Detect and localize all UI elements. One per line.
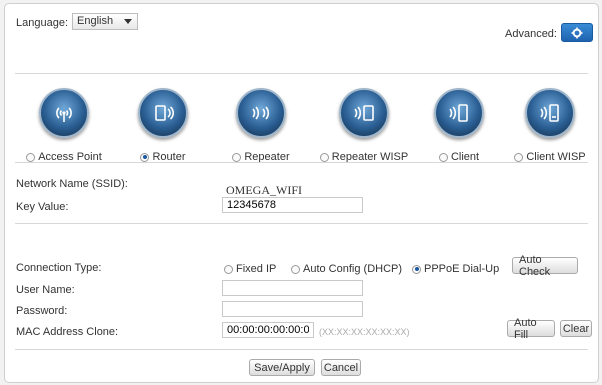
advanced-label: Advanced: xyxy=(505,28,557,40)
auto-fill-button[interactable]: Auto Fill xyxy=(507,317,555,341)
username-label: User Name: xyxy=(16,284,75,296)
clear-button[interactable]: Clear xyxy=(560,320,592,337)
mac-format-hint: (XX:XX:XX:XX:XX:XX) xyxy=(319,327,410,337)
mode-repeater-wisp[interactable]: Repeater WISP xyxy=(319,88,409,163)
pppoe-option[interactable]: PPPoE Dial-Up xyxy=(412,263,499,275)
mode-radio[interactable] xyxy=(232,152,242,162)
language-label: Language: xyxy=(16,17,68,29)
mac-address-input[interactable] xyxy=(222,322,314,338)
ssid-value[interactable]: OMEGA_WIFI xyxy=(226,183,302,198)
repeater-icon xyxy=(236,88,286,138)
language-value: English xyxy=(77,15,114,27)
save-apply-button[interactable]: Save/Apply xyxy=(249,359,315,376)
dhcp-option[interactable]: Auto Config (DHCP) xyxy=(291,263,402,275)
mode-repeater[interactable]: Repeater xyxy=(216,88,306,163)
repeater-wisp-icon xyxy=(339,88,389,138)
access-point-icon xyxy=(39,88,89,138)
mode-radio[interactable] xyxy=(319,152,329,162)
mode-router[interactable]: Router xyxy=(118,88,208,163)
divider xyxy=(15,162,588,163)
cancel-button[interactable]: Cancel xyxy=(321,359,361,376)
client-wisp-icon xyxy=(525,88,575,138)
connection-label: Fixed IP xyxy=(236,263,277,275)
divider xyxy=(15,73,588,74)
mode-radio[interactable] xyxy=(514,152,524,162)
advanced-settings-button[interactable] xyxy=(561,23,593,42)
mode-client[interactable]: Client xyxy=(414,88,504,163)
auto-check-button[interactable]: Auto Check xyxy=(512,254,578,278)
mode-access-point[interactable]: Access Point xyxy=(19,88,109,163)
language-select[interactable]: English xyxy=(72,13,138,30)
password-label: Password: xyxy=(16,305,68,317)
divider xyxy=(15,349,588,350)
mode-radio[interactable] xyxy=(26,152,36,162)
settings-panel: Language: English Advanced: Access Point xyxy=(4,3,599,383)
password-input[interactable] xyxy=(222,301,363,317)
connection-radio[interactable] xyxy=(412,264,421,274)
connection-type-label: Connection Type: xyxy=(16,262,102,274)
gear-icon xyxy=(571,27,583,38)
chevron-down-icon xyxy=(124,19,132,24)
divider xyxy=(15,223,588,224)
ssid-label: Network Name (SSID): xyxy=(16,178,128,190)
mode-client-wisp[interactable]: Client WISP xyxy=(505,88,595,163)
username-input[interactable] xyxy=(222,280,363,296)
connection-label: PPPoE Dial-Up xyxy=(424,263,500,275)
client-icon xyxy=(434,88,484,138)
key-input[interactable] xyxy=(222,197,363,213)
mac-clone-label: MAC Address Clone: xyxy=(16,326,119,338)
mode-radio[interactable] xyxy=(140,152,150,162)
mode-radio[interactable] xyxy=(438,152,448,162)
key-label: Key Value: xyxy=(16,201,69,213)
fixed-ip-option[interactable]: Fixed IP xyxy=(224,263,276,275)
router-icon xyxy=(138,88,188,138)
connection-label: Auto Config (DHCP) xyxy=(303,263,403,275)
connection-radio[interactable] xyxy=(291,264,300,274)
connection-radio[interactable] xyxy=(224,264,233,274)
